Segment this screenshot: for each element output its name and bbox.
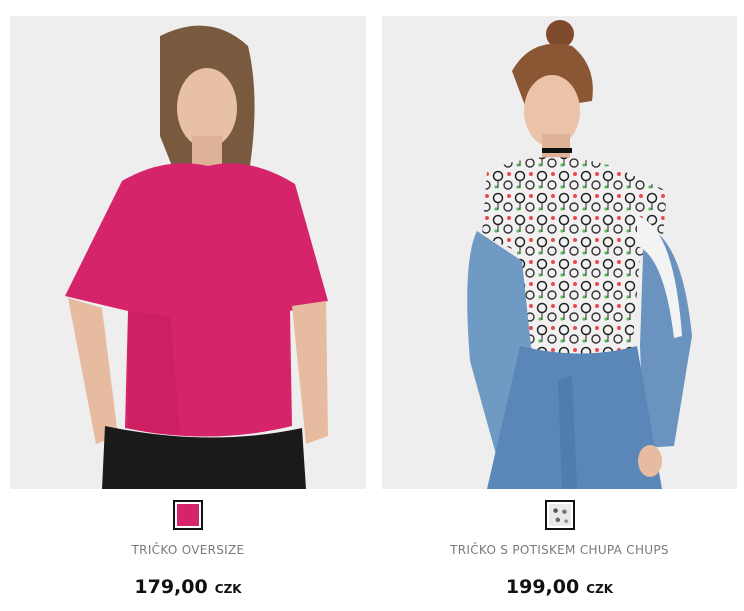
price-amount: 199,00	[505, 576, 580, 598]
product-name[interactable]: TRIČKO OVERSIZE	[10, 542, 366, 558]
color-swatches	[10, 489, 366, 541]
product-price: 179,00 CZK	[10, 574, 366, 600]
product-photo[interactable]	[10, 16, 366, 489]
color-swatch-pink[interactable]	[173, 500, 203, 530]
pink-tshirt-model-icon	[10, 16, 366, 489]
product-card[interactable]: TRIČKO OVERSIZE 179,00 CZK	[10, 16, 366, 600]
color-swatch-print[interactable]	[544, 500, 575, 530]
color-swatches	[382, 489, 737, 541]
swatch-pattern-fill	[548, 504, 571, 526]
price-amount: 179,00	[134, 576, 208, 598]
product-name[interactable]: TRIČKO S POTISKEM CHUPA CHUPS	[382, 542, 737, 558]
product-price: 199,00 CZK	[382, 574, 737, 600]
product-photo[interactable]	[382, 16, 737, 489]
print-tshirt-model-icon	[382, 16, 737, 489]
price-currency: CZK	[214, 582, 242, 596]
price-currency: CZK	[586, 582, 614, 596]
product-card[interactable]: TRIČKO S POTISKEM CHUPA CHUPS 199,00 CZK	[382, 16, 737, 600]
swatch-color-fill	[177, 504, 199, 526]
